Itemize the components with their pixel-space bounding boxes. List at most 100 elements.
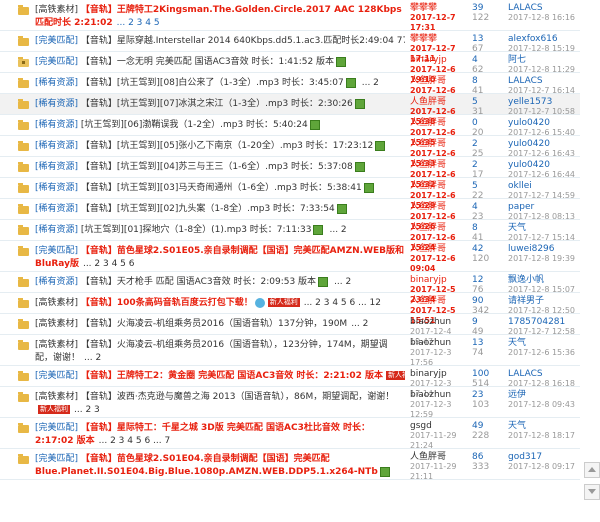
reply-count[interactable]: 9: [472, 317, 502, 327]
thread-category-link[interactable]: [高铁素材]: [35, 392, 78, 402]
thread-category-link[interactable]: [稀有资源]: [35, 78, 78, 88]
last-post-date[interactable]: 2017-12-8 19:39: [508, 254, 580, 264]
last-poster-link[interactable]: luwei8296: [508, 244, 580, 254]
reply-count[interactable]: 0: [472, 118, 502, 128]
last-post-date[interactable]: 2017-12-8 16:16: [508, 13, 580, 23]
thread-category-link[interactable]: [完美匹配]: [35, 246, 78, 256]
last-poster-link[interactable]: paper: [508, 202, 580, 212]
last-poster-link[interactable]: 远伊: [508, 390, 580, 400]
table-row[interactable]: [稀有资源] 【音轨】[坑王驾到][05]张小乙下南京（1-20全）.mp3 时…: [0, 136, 580, 168]
table-row[interactable]: [高铁素材] 【音轨】波西·杰克逊与魔兽之海 2013（国语音轨），86M，期望…: [0, 387, 580, 419]
page-links[interactable]: ... 2 3 4 5 6 ... 12: [304, 298, 381, 308]
page-links[interactable]: ... 2 3 4 5 6: [83, 259, 135, 269]
thread-category-link[interactable]: [稀有资源]: [35, 162, 78, 172]
author-link[interactable]: 人鱼胖哥: [410, 97, 468, 107]
thread-category-link[interactable]: [稀有资源]: [35, 183, 78, 193]
reply-count[interactable]: 5: [472, 97, 502, 107]
reply-count[interactable]: 8: [472, 223, 502, 233]
table-row[interactable]: [稀有资源] 【音轨】[坑王驾到][07]冰淇之宋江（1-3全）.mp3 时长：…: [0, 94, 580, 126]
last-poster-link[interactable]: 天气: [508, 421, 580, 431]
author-link[interactable]: binaryjp: [410, 55, 468, 65]
reply-count[interactable]: 4: [472, 202, 502, 212]
thread-title-link[interactable]: 【音轨】星际特工：千星之城 3D版 完美匹配 国语AC3杜比音效 时长：2:17…: [35, 423, 370, 446]
scroll-down-button[interactable]: [584, 484, 600, 500]
author-link[interactable]: binaryjp: [410, 275, 468, 285]
reply-count[interactable]: 100: [472, 369, 502, 379]
page-links[interactable]: ... 2: [362, 78, 379, 88]
thread-title-link[interactable]: 【音轨】王牌特工2：黄金圈 完美匹配 国语AC3音效 时长：2:21:02 版本: [81, 371, 383, 381]
thread-category-link[interactable]: [稀有资源]: [35, 99, 78, 109]
reply-count[interactable]: 49: [472, 421, 502, 431]
reply-count[interactable]: 4: [472, 55, 502, 65]
last-post-date[interactable]: 2017-12-6 15:36: [508, 348, 580, 358]
thread-category-link[interactable]: [稀有资源]: [35, 277, 78, 287]
table-row[interactable]: [稀有资源] 【音轨】[坑王驾到][03]马天奇闹通州（1-6全）.mp3 时长…: [0, 178, 580, 210]
table-row[interactable]: [完美匹配] 【音轨】王牌特工2：黄金圈 完美匹配 国语AC3音效 时长：2:2…: [0, 366, 580, 398]
scroll-up-button[interactable]: [584, 462, 600, 478]
last-poster-link[interactable]: yulo0420: [508, 118, 580, 128]
table-row[interactable]: [稀有资源] 【音轨】[坑王驾到][04]苏三与王三（1-6全）.mp3 时长：…: [0, 157, 580, 189]
last-poster-link[interactable]: yulo0420: [508, 139, 580, 149]
last-poster-link[interactable]: god317: [508, 452, 580, 462]
author-link[interactable]: 人鱼胖哥: [410, 202, 468, 212]
thread-category-link[interactable]: [完美匹配]: [35, 371, 78, 381]
thread-category-link[interactable]: [高铁素材]: [35, 5, 78, 15]
author-link[interactable]: 人鱼胖哥: [410, 181, 468, 191]
thread-title-link[interactable]: 【音轨】天才枪手 匹配 国语AC3音效 时长：2:09:53 版本: [81, 277, 316, 287]
page-links[interactable]: ... 2: [329, 225, 346, 235]
thread-title-link[interactable]: 【音轨】苗色星球2.S01E04.亲自录制调配【国语】完美匹配 Blue.Pla…: [35, 454, 378, 477]
page-links[interactable]: ... 2 3: [74, 405, 100, 415]
thread-title-link[interactable]: 【音轨】[坑王驾到][03]马天奇闹通州（1-6全）.mp3 时长：5:38:4…: [81, 183, 362, 193]
last-poster-link[interactable]: LALACS: [508, 3, 580, 13]
author-link[interactable]: gsgd: [410, 421, 468, 431]
thread-title-link[interactable]: 【音轨】波西·杰克逊与魔兽之海 2013（国语音轨），86M，期望调配，谢谢！: [81, 392, 394, 402]
page-links[interactable]: ... 2 3 4 5 6 ... 7: [99, 436, 171, 446]
thread-title-link[interactable]: [坑王驾到][01]探地穴（1-8全）(1).mp3 时长：7:11:33: [81, 225, 312, 235]
table-row[interactable]: [稀有资源] 【音轨】[坑王驾到][02]九头案（1-8全）.mp3 时长：7:…: [0, 199, 580, 231]
page-links[interactable]: ... 2: [351, 319, 368, 329]
last-poster-link[interactable]: 请祥男子: [508, 296, 580, 306]
table-row[interactable]: [完美匹配] 【音轨】苗色星球2.S01E04.亲自录制调配【国语】完美匹配 B…: [0, 449, 580, 481]
author-link[interactable]: 攀攀攀: [410, 34, 468, 44]
thread-category-link[interactable]: [完美匹配]: [35, 36, 78, 46]
thread-category-link[interactable]: [高铁素材]: [35, 319, 78, 329]
reply-count[interactable]: 42: [472, 244, 502, 254]
last-poster-link[interactable]: 天气: [508, 223, 580, 233]
reply-count[interactable]: 39: [472, 3, 502, 13]
table-row[interactable]: [高铁素材] 【音轨】火海凌云-机组乘务员2016（国语音轨）137分钟，190…: [0, 314, 580, 346]
last-poster-link[interactable]: yelle1573: [508, 97, 580, 107]
thread-category-link[interactable]: [稀有资源]: [35, 204, 78, 214]
table-row[interactable]: [稀有资源] [坑王驾到][06]渤鞘误我（1-2全）.mp3 时长：5:40:…: [0, 115, 580, 147]
thread-category-link[interactable]: [稀有资源]: [35, 225, 78, 235]
reply-count[interactable]: 2: [472, 139, 502, 149]
reply-count[interactable]: 23: [472, 390, 502, 400]
thread-title-link[interactable]: 【音轨】[坑王驾到][02]九头案（1-8全）.mp3 时长：7:33:54: [81, 204, 335, 214]
page-links[interactable]: ... 2: [334, 277, 351, 287]
reply-count[interactable]: 8: [472, 76, 502, 86]
reply-count[interactable]: 86: [472, 452, 502, 462]
table-row[interactable]: [高铁素材] 【音轨】火海凌云-机组乘务员2016（国语音轨），123分钟，17…: [0, 335, 580, 367]
table-row[interactable]: [高铁素材] 【音轨】王牌特工2Kingsman.The.Golden.Circ…: [0, 0, 580, 32]
reply-count[interactable]: 2: [472, 160, 502, 170]
author-link[interactable]: 人鱼胖哥: [410, 244, 468, 254]
table-row[interactable]: [完美匹配] 【音轨】一念无明 完美匹配 国语AC3音效 时长：1:41:52 …: [0, 52, 580, 84]
last-poster-link[interactable]: LALACS: [508, 369, 580, 379]
thread-category-link[interactable]: [稀有资源]: [35, 120, 78, 130]
author-link[interactable]: 人鱼胖哥: [410, 223, 468, 233]
thread-title-link[interactable]: 【音轨】[坑王驾到][04]苏三与王三（1-6全）.mp3 时长：5:37:08: [81, 162, 353, 172]
reply-count[interactable]: 5: [472, 181, 502, 191]
thread-category-link[interactable]: [完美匹配]: [35, 57, 78, 67]
last-poster-link[interactable]: 阿七: [508, 55, 580, 65]
table-row[interactable]: [稀有资源] [坑王驾到][01]探地穴（1-8全）(1).mp3 时长：7:1…: [0, 220, 580, 252]
author-link[interactable]: biaozhun: [410, 338, 468, 348]
last-poster-link[interactable]: LALACS: [508, 76, 580, 86]
thread-title-link[interactable]: 【音轨】[坑王驾到][05]张小乙下南京（1-20全）.mp3 时长：17:23…: [81, 141, 373, 151]
author-link[interactable]: 人鱼胖哥: [410, 139, 468, 149]
table-row[interactable]: [稀有资源] 【音轨】[坑王驾到][08]白公来了（1-3全）.mp3 时长：3…: [0, 73, 580, 105]
last-poster-link[interactable]: yulo0420: [508, 160, 580, 170]
thread-title-link[interactable]: 【音轨】一念无明 完美匹配 国语AC3音效 时长：1:41:52 版本: [81, 57, 334, 67]
author-link[interactable]: biaozhun: [410, 390, 468, 400]
page-links[interactable]: ... 2: [84, 353, 101, 363]
table-row[interactable]: [高铁素材] 【音轨】100条高码音轨百度云打包下载！ 新人福利 ... 2 3 4…: [0, 293, 580, 325]
thread-category-link[interactable]: [完美匹配]: [35, 423, 78, 433]
